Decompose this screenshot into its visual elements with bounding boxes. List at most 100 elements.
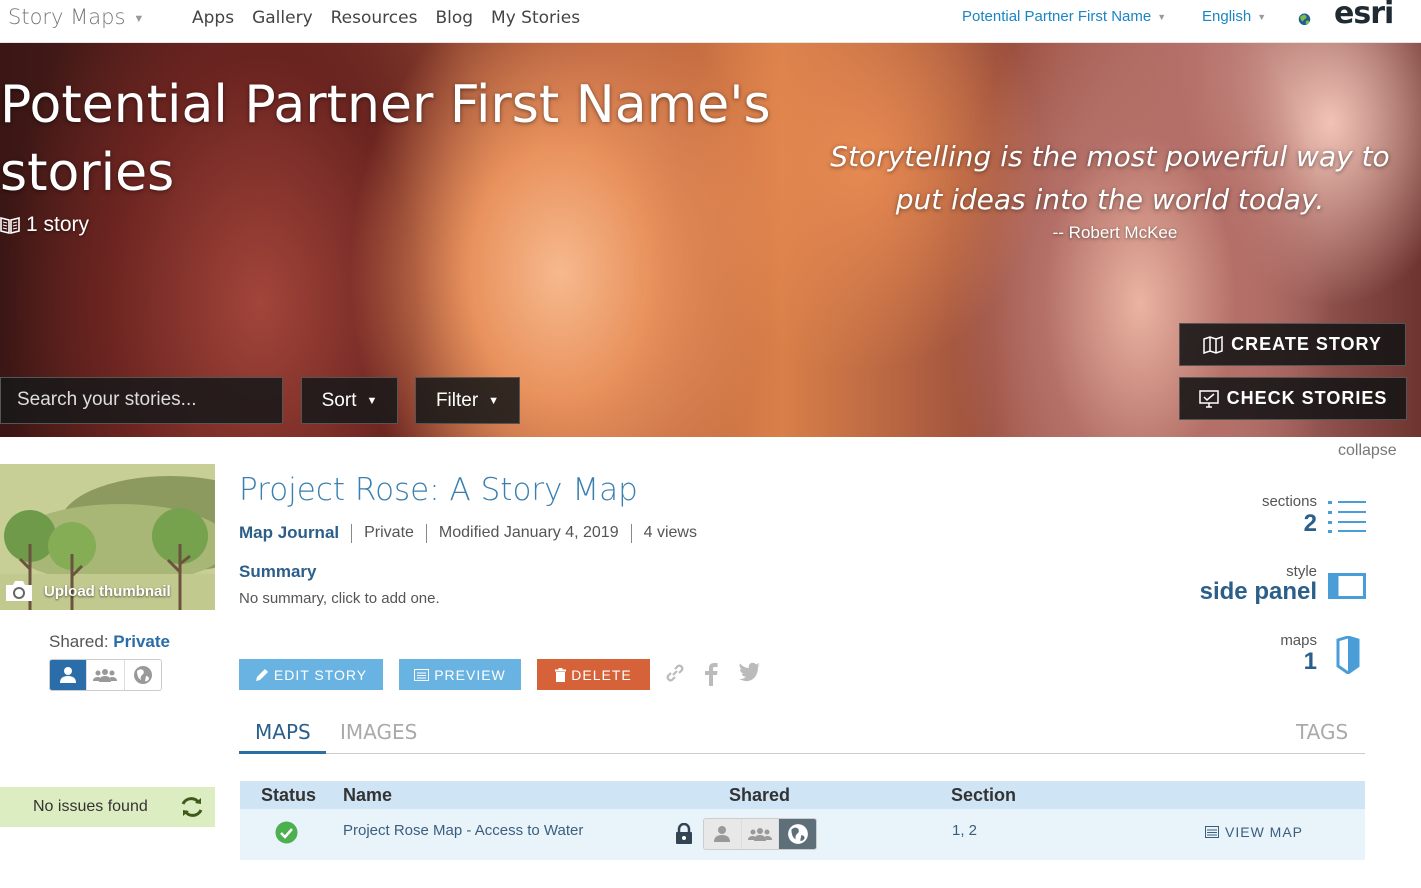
nav-link-resources[interactable]: Resources [331,8,418,28]
story-access: Private [364,524,414,541]
story-meta: Map Journal Private Modified January 4, … [239,523,697,543]
tab-images[interactable]: IMAGES [340,720,417,744]
list-icon [1328,501,1366,533]
preview-button[interactable]: PREVIEW [399,659,521,690]
share-public-button[interactable] [125,660,161,690]
user-menu[interactable]: Potential Partner First Name ▼ [962,8,1166,25]
link-icon[interactable] [664,662,686,684]
nav-link-my-stories[interactable]: My Stories [491,8,580,28]
user-name: Potential Partner First Name [962,8,1152,25]
maps-table-header: Status Name Shared Section [240,781,1365,809]
upload-thumbnail-button[interactable]: Upload thumbnail [4,579,171,603]
facebook-icon[interactable] [703,662,719,686]
filter-dropdown[interactable]: Filter ▼ [415,377,520,424]
column-name: Name [343,785,393,805]
check-screen-icon [1198,389,1219,408]
sharing-toggle [49,659,162,691]
story-tabs: MAPS IMAGES TAGS [239,712,1365,754]
page-title-line1: Potential Partner First Name's [0,75,771,135]
collapse-link[interactable]: collapse [1338,442,1397,460]
page-title-line2: stories [0,143,175,203]
map-book-icon [1203,335,1223,354]
map-section: 1, 2 [952,822,978,839]
refresh-icon[interactable] [179,795,205,819]
map-share-organization-button[interactable] [741,819,780,849]
quote-text: Storytelling is the most powerful way to… [830,140,1390,216]
language-label: English [1202,8,1252,25]
trash-icon [555,667,567,682]
tab-maps[interactable]: MAPS [255,720,311,744]
check-circle-icon [275,821,298,844]
upload-thumbnail-label: Upload thumbnail [44,582,171,600]
issues-label: No issues found [33,798,148,815]
create-story-button[interactable]: CREATE STORY [1179,323,1406,366]
map-name-link[interactable]: Project Rose Map - Access to Water [343,822,583,839]
side-panel-icon [1328,573,1366,599]
map-icon [1336,636,1360,674]
sort-label: Sort [321,389,357,411]
esri-logo-text: esri [1334,0,1394,31]
share-organization-button[interactable] [87,660,125,690]
chevron-down-icon: ▼ [1157,12,1167,23]
top-navigation: Story Maps ▼ Apps Gallery Resources Blog … [0,0,1421,43]
search-input[interactable]: Search your stories... [0,377,283,424]
person-icon [714,826,731,842]
divider [425,523,427,543]
twitter-icon[interactable] [739,662,761,682]
preview-icon [414,668,430,681]
group-icon [93,669,118,682]
active-tab-indicator [239,751,326,754]
caret-down-icon: ▼ [366,394,378,407]
edit-story-button[interactable]: EDIT STORY [239,659,383,690]
column-section: Section [951,785,1017,805]
shared-value: Private [113,632,170,651]
view-map-button[interactable]: VIEW MAP [1205,824,1303,840]
sections-value: 2 [1303,510,1317,537]
story-count: 1 story [0,213,89,237]
table-row: Project Rose Map - Access to Water 1, 2 … [240,809,1365,860]
language-menu[interactable]: English ▼ [1202,8,1266,25]
nav-link-blog[interactable]: Blog [435,8,473,28]
globe-icon [787,824,808,844]
preview-label: PREVIEW [434,666,506,683]
esri-globe-icon[interactable] [1298,2,1334,38]
delete-label: DELETE [571,666,632,683]
nav-links: Apps Gallery Resources Blog My Stories [192,8,580,28]
column-shared: Shared [729,785,791,805]
filter-label: Filter [435,389,479,411]
summary-text[interactable]: No summary, click to add one. [239,590,440,607]
view-map-label: VIEW MAP [1225,824,1304,840]
map-share-public-button[interactable] [779,819,816,849]
divider [630,523,632,543]
story-type: Map Journal [239,523,340,542]
map-window-icon [1205,826,1219,838]
page-title: Potential Partner First Name's stories [0,71,780,207]
story-thumbnail[interactable]: Upload thumbnail [0,464,215,610]
group-icon [748,828,772,841]
shared-label: Shared: [49,632,109,651]
style-value: side panel [1199,578,1317,605]
summary-heading: Summary [239,562,317,581]
maps-value: 1 [1303,648,1317,675]
book-icon [0,216,20,234]
check-stories-button[interactable]: CHECK STORIES [1179,377,1407,420]
map-share-private-button[interactable] [704,819,742,849]
globe-icon [133,666,152,684]
person-icon [60,667,77,683]
maps-label: maps [1280,632,1317,649]
tab-tags[interactable]: TAGS [1296,720,1348,744]
nav-link-apps[interactable]: Apps [192,8,234,28]
chevron-down-icon: ▼ [1257,12,1267,23]
story-title[interactable]: Project Rose: A Story Map [239,472,638,508]
quote-author: -- Robert McKee [1052,223,1178,242]
lock-icon [676,823,692,844]
nav-link-gallery[interactable]: Gallery [252,8,313,28]
create-story-label: CREATE STORY [1231,334,1382,354]
sort-dropdown[interactable]: Sort ▼ [301,377,398,424]
delete-button[interactable]: DELETE [537,659,650,690]
story-maps-menu[interactable]: Story Maps ▼ [8,5,144,29]
sections-label: sections [1261,493,1317,510]
story-views: 4 views [643,524,697,541]
story-modified: Modified January 4, 2019 [438,524,619,541]
share-private-button[interactable] [50,660,88,690]
